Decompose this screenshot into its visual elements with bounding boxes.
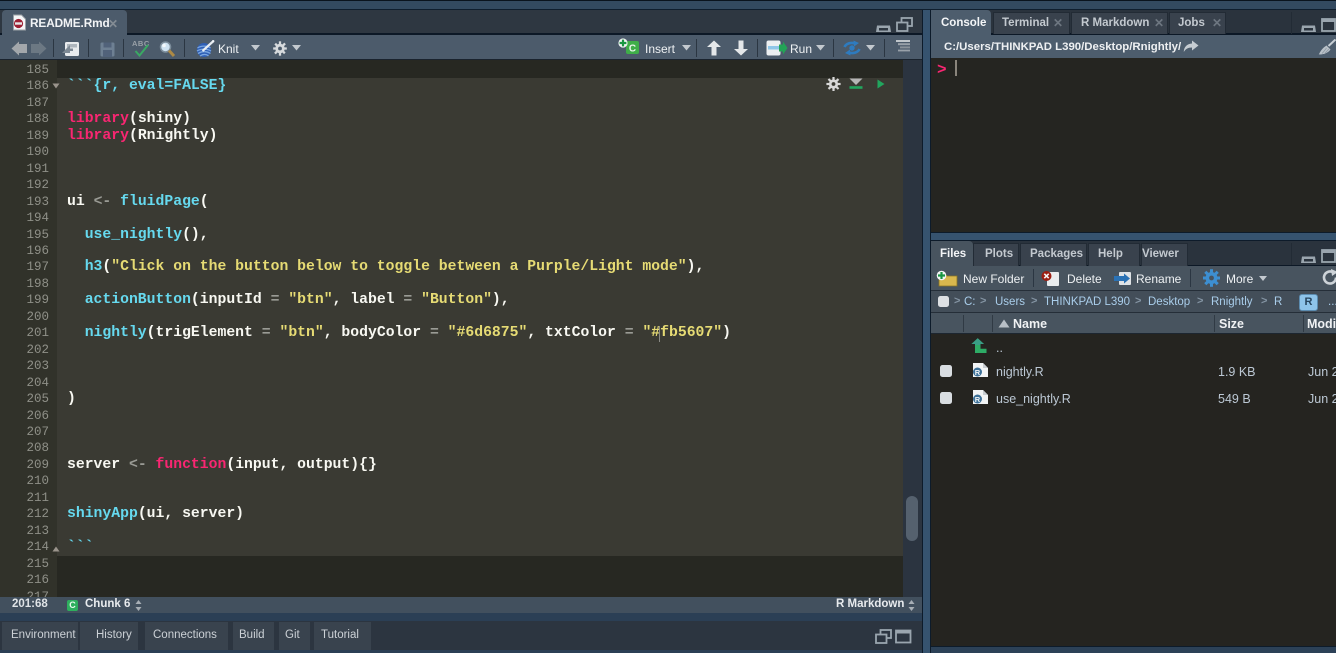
svg-text:R: R (975, 395, 981, 404)
svg-text:C: C (629, 44, 636, 55)
svg-text:R: R (975, 368, 981, 377)
